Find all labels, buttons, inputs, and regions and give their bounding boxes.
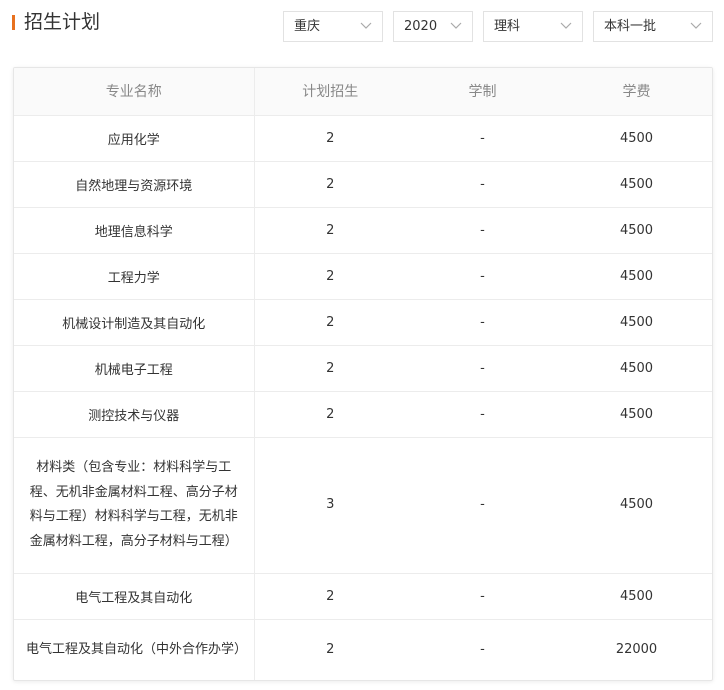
tuition-fee: 4500 [559, 345, 712, 392]
title-accent-bar [12, 15, 15, 30]
major-name: 自然地理与资源环境 [14, 161, 255, 208]
plan-count: 2 [326, 642, 335, 657]
page-header: 招生计划 重庆 2020 理科 本科一批 [0, 0, 724, 50]
subject-select[interactable]: 理科 [483, 11, 583, 42]
plan-count: 2 [254, 345, 406, 392]
plan-count: 2 [254, 161, 406, 208]
table-row: 电气工程及其自动化（中外合作办学） 2 - 22000 [14, 619, 712, 680]
major-name: 电气工程及其自动化（中外合作办学） [14, 619, 255, 680]
table-row: 自然地理与资源环境 2 - 4500 [14, 161, 712, 208]
table-row: 机械电子工程 2 - 4500 [14, 345, 712, 392]
plan-count: 2 [254, 115, 406, 162]
chevron-down-icon [560, 22, 572, 29]
major-name: 机械设计制造及其自动化 [14, 299, 255, 346]
plan-count: 2 [254, 207, 406, 254]
batch-select-value: 本科一批 [604, 19, 657, 34]
enrollment-plan-card: 专业名称 计划招生 学制 学费 应用化学 2 - 4500 自然地理与资源环境 … [13, 67, 713, 681]
chevron-down-icon [450, 22, 462, 29]
table-row: 测控技术与仪器 2 - 4500 [14, 391, 712, 438]
duration: - [480, 642, 485, 657]
subject-select-value: 理科 [494, 19, 521, 34]
plan-count: 2 [254, 253, 406, 300]
table-row: 材料类（包含专业：材料科学与工程、无机非金属材料工程、高分子材料与工程）材料科学… [14, 437, 712, 574]
tuition-fee: 4500 [559, 161, 712, 208]
tuition-fee: 4500 [559, 437, 712, 574]
chevron-down-icon [360, 22, 372, 29]
page-title: 招生计划 [24, 11, 101, 33]
duration: - [406, 391, 559, 438]
table-row: 工程力学 2 - 4500 [14, 253, 712, 300]
province-select[interactable]: 重庆 [283, 11, 383, 42]
duration: - [406, 115, 559, 162]
duration: - [406, 437, 559, 574]
duration: - [406, 207, 559, 254]
major-name: 工程力学 [14, 253, 255, 300]
duration: - [406, 253, 559, 300]
duration: - [406, 299, 559, 346]
major-name: 应用化学 [14, 115, 255, 162]
tuition-fee: 4500 [559, 391, 712, 438]
tuition-fee: 4500 [559, 207, 712, 254]
province-select-value: 重庆 [294, 19, 321, 34]
major-name: 测控技术与仪器 [14, 391, 255, 438]
tuition-fee: 4500 [559, 253, 712, 300]
chevron-down-icon [690, 22, 702, 29]
duration: - [406, 161, 559, 208]
column-header-plan: 计划招生 [254, 68, 406, 116]
column-header-duration: 学制 [406, 68, 559, 116]
year-select[interactable]: 2020 [393, 11, 473, 42]
tuition-fee: 22000 [615, 642, 658, 657]
table-row: 机械设计制造及其自动化 2 - 4500 [14, 299, 712, 346]
duration: - [406, 345, 559, 392]
table-header-row: 专业名称 计划招生 学制 学费 [14, 68, 712, 116]
tuition-fee: 4500 [559, 115, 712, 162]
table-row: 电气工程及其自动化 2 - 4500 [14, 573, 712, 620]
plan-count: 2 [254, 573, 406, 620]
plan-count: 2 [254, 299, 406, 346]
tuition-fee: 4500 [559, 299, 712, 346]
major-name: 机械电子工程 [14, 345, 255, 392]
column-header-fee: 学费 [559, 68, 712, 116]
major-name: 地理信息科学 [14, 207, 255, 254]
tuition-fee: 4500 [559, 573, 712, 620]
batch-select[interactable]: 本科一批 [593, 11, 713, 42]
enrollment-plan-table: 专业名称 计划招生 学制 学费 应用化学 2 - 4500 自然地理与资源环境 … [14, 68, 712, 680]
duration: - [406, 573, 559, 620]
major-name: 电气工程及其自动化 [14, 573, 255, 620]
plan-count: 2 [254, 391, 406, 438]
column-header-major: 专业名称 [14, 68, 255, 116]
table-row: 应用化学 2 - 4500 [14, 115, 712, 162]
year-select-value: 2020 [404, 19, 438, 34]
plan-count: 3 [254, 437, 406, 574]
major-name: 材料类（包含专业：材料科学与工程、无机非金属材料工程、高分子材料与工程）材料科学… [14, 437, 255, 574]
table-row: 地理信息科学 2 - 4500 [14, 207, 712, 254]
